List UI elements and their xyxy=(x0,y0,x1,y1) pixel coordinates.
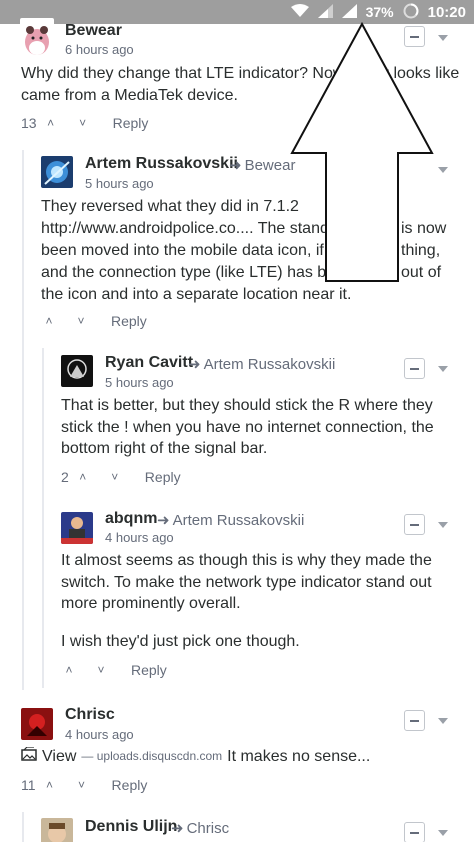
signal-2-icon xyxy=(341,3,357,21)
comment-footer: ˄ ˅ Reply xyxy=(61,662,167,678)
upvote-icon[interactable]: ˄ xyxy=(61,663,77,677)
upvote-count: 11 xyxy=(21,777,36,793)
collapse-button[interactable] xyxy=(404,822,425,842)
reply-arrow-icon: ➜ xyxy=(157,512,170,529)
reply-to[interactable]: ➜ Artem Russakovskii xyxy=(157,511,304,529)
downvote-icon[interactable]: ˅ xyxy=(74,778,90,792)
wifi-icon xyxy=(290,3,309,21)
reply-button[interactable]: Reply xyxy=(113,115,149,131)
comment-author[interactable]: Artem Russakovskii xyxy=(85,155,238,173)
status-bar: 37% 10:20 xyxy=(0,0,474,24)
downvote-icon[interactable]: ˅ xyxy=(107,470,123,484)
avatar[interactable] xyxy=(41,156,73,188)
clock: 10:20 xyxy=(427,3,466,21)
menu-chevron-icon[interactable] xyxy=(438,718,448,724)
upvote-icon[interactable]: ˄ xyxy=(43,116,59,130)
comment-body: That is better, but they should stick th… xyxy=(61,397,434,457)
reply-button[interactable]: Reply xyxy=(112,777,148,793)
comment-time[interactable]: 5 hours ago xyxy=(105,375,174,390)
avatar[interactable] xyxy=(21,708,53,740)
image-source[interactable]: — uploads.disquscdn.com xyxy=(81,746,222,768)
comment-time[interactable]: 5 hours ago xyxy=(85,176,154,191)
thread-line xyxy=(22,150,24,690)
avatar[interactable] xyxy=(20,18,54,56)
reply-to[interactable]: ➜ Bewear xyxy=(229,156,295,174)
upvote-icon[interactable]: ˄ xyxy=(75,470,91,484)
menu-chevron-icon[interactable] xyxy=(438,35,448,41)
menu-chevron-icon[interactable] xyxy=(438,522,448,528)
thread-line xyxy=(42,348,44,688)
image-icon[interactable] xyxy=(21,746,37,768)
avatar[interactable] xyxy=(61,512,93,544)
downvote-icon[interactable]: ˅ xyxy=(75,116,91,130)
comment-footer: 11 ˄ ˅ Reply xyxy=(21,777,147,793)
comment-author[interactable]: Ryan Cavitt xyxy=(105,354,193,372)
menu-chevron-icon[interactable] xyxy=(438,830,448,836)
comment-author[interactable]: Chrisc xyxy=(65,706,115,724)
reply-to[interactable]: ➜ Chrisc xyxy=(171,819,229,837)
collapse-button[interactable] xyxy=(404,358,425,379)
comment-text: It makes no sense... xyxy=(227,748,371,765)
upvote-icon[interactable]: ˄ xyxy=(42,778,58,792)
upvote-count: 13 xyxy=(21,115,37,131)
collapse-button[interactable] xyxy=(404,26,425,47)
comment-body: View — uploads.disquscdn.com It makes no… xyxy=(21,746,461,768)
upvote-count: 2 xyxy=(61,469,69,485)
reply-button[interactable]: Reply xyxy=(145,469,181,485)
menu-chevron-icon[interactable] xyxy=(438,167,448,173)
comment-footer: 2 ˄ ˅ Reply xyxy=(61,469,181,485)
downvote-icon[interactable]: ˅ xyxy=(73,314,89,328)
battery-percent: 37% xyxy=(365,4,394,20)
battery-icon xyxy=(403,3,419,22)
reply-arrow-icon: ➜ xyxy=(229,157,242,174)
thread-line xyxy=(22,812,24,842)
reply-button[interactable]: Reply xyxy=(131,662,167,678)
reply-arrow-icon: ➜ xyxy=(188,356,201,373)
avatar[interactable] xyxy=(41,818,73,842)
comment-footer: ˄ ˅ Reply xyxy=(41,313,147,329)
upvote-icon[interactable]: ˄ xyxy=(41,314,57,328)
comment-time[interactable]: 6 hours ago xyxy=(65,42,134,57)
comment-time[interactable]: 4 hours ago xyxy=(105,530,174,545)
avatar[interactable] xyxy=(61,355,93,387)
reply-to[interactable]: ➜ Artem Russakovskii xyxy=(188,355,335,373)
menu-chevron-icon[interactable] xyxy=(438,366,448,372)
comment-author[interactable]: abqnm xyxy=(105,510,157,528)
comment-author[interactable]: Dennis Ulijn xyxy=(85,818,177,836)
comment-time[interactable]: 4 hours ago xyxy=(65,727,134,742)
reply-arrow-icon: ➜ xyxy=(171,820,184,837)
collapse-button[interactable] xyxy=(404,710,425,731)
comment-author[interactable]: Bewear xyxy=(65,22,122,40)
comment-body: It almost seems as though this is why th… xyxy=(61,552,432,650)
comment-footer: 13 ˄ ˅ Reply xyxy=(21,115,148,131)
signal-icon xyxy=(317,3,333,21)
reply-button[interactable]: Reply xyxy=(111,313,147,329)
downvote-icon[interactable]: ˅ xyxy=(93,663,109,677)
collapse-button[interactable] xyxy=(404,514,425,535)
view-link[interactable]: View xyxy=(42,746,76,768)
